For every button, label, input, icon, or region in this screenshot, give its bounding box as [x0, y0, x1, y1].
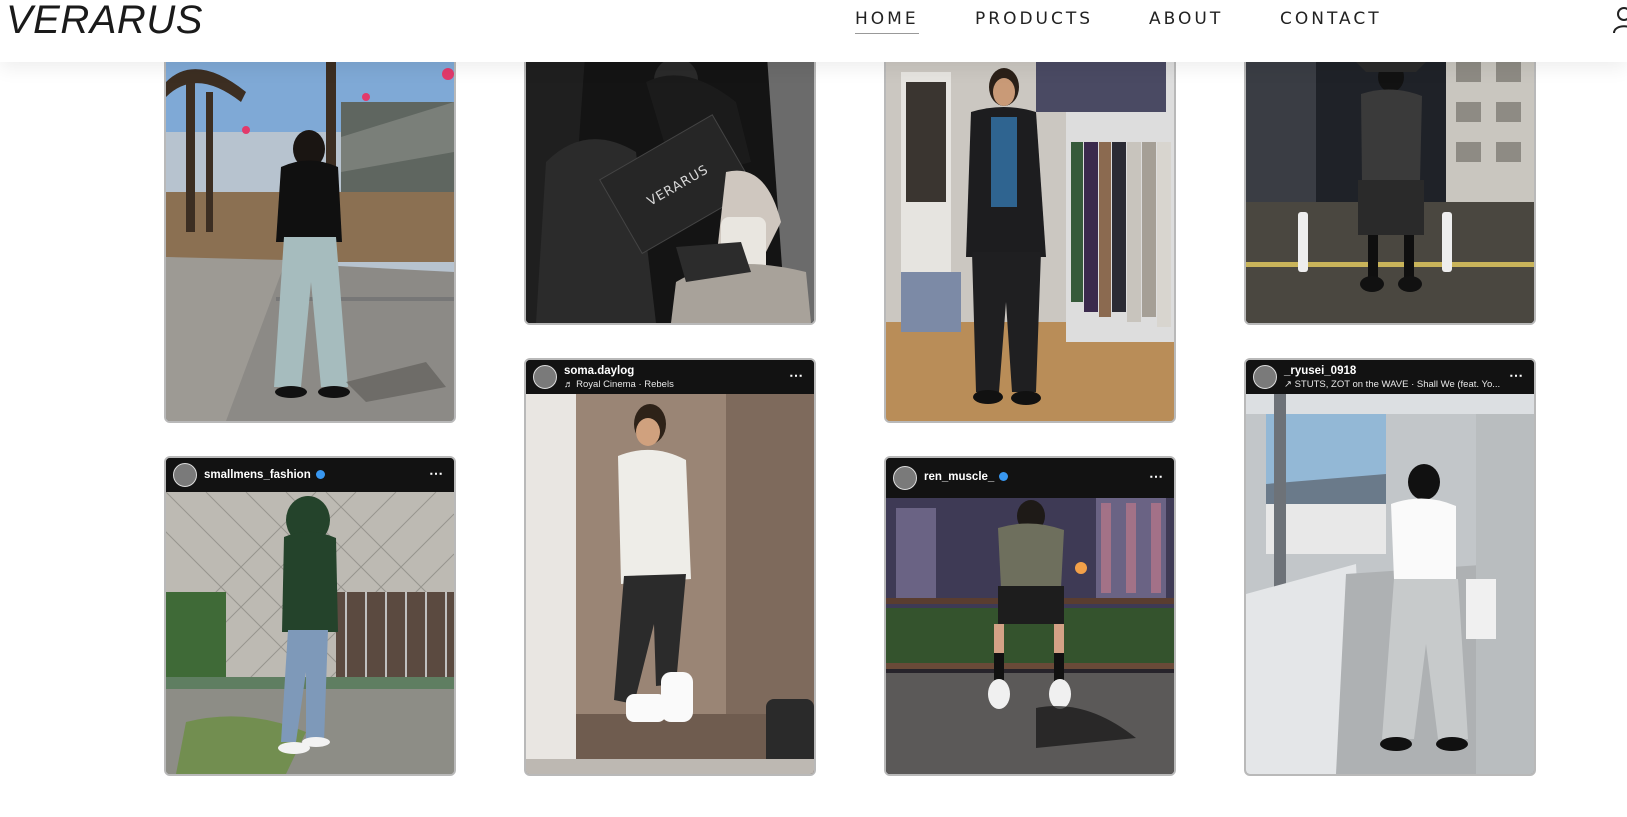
post-header: soma.daylog ♬ Royal Cinema · Rebels ⋯ [526, 360, 814, 394]
nav-products[interactable]: PRODUCTS [975, 9, 1093, 33]
lookbook-grid: smallmens_fashion ⋯ VERARUS soma.daylog … [0, 0, 1627, 817]
avatar [1253, 365, 1277, 389]
more-options-icon[interactable]: ⋯ [1149, 468, 1164, 485]
verified-badge-icon [315, 470, 325, 480]
nav-home[interactable]: HOME [855, 9, 919, 34]
wall-lean-outfit-image [526, 394, 814, 774]
post-username[interactable]: _ryusei_0918 [1284, 365, 1356, 377]
night-street-image [1246, 42, 1534, 323]
lookbook-photo[interactable]: VERARUS [524, 40, 816, 325]
post-username[interactable]: smallmens_fashion [204, 469, 325, 481]
lookbook-photo[interactable] [1244, 40, 1536, 325]
nav-contact[interactable]: CONTACT [1280, 9, 1382, 33]
instagram-post[interactable]: _ryusei_0918 ↗ STUTS, ZOT on the WAVE · … [1244, 358, 1536, 776]
post-header: ren_muscle_ ⋯ [886, 458, 1174, 498]
lookbook-photo[interactable] [884, 40, 1176, 423]
balcony-outfit-image [1246, 394, 1534, 774]
night-railing-outfit-image [886, 498, 1174, 774]
instagram-post[interactable]: smallmens_fashion ⋯ [164, 456, 456, 776]
brand-logo[interactable]: VERARUS [6, 0, 203, 43]
post-username[interactable]: ren_muscle_ [924, 471, 1009, 483]
fence-outfit-image [166, 492, 454, 774]
verified-badge-icon [999, 472, 1009, 482]
avatar [173, 463, 197, 487]
instagram-post[interactable]: soma.daylog ♬ Royal Cinema · Rebels ⋯ [524, 358, 816, 776]
music-track-label[interactable]: ♬ Royal Cinema · Rebels [564, 379, 674, 390]
more-options-icon[interactable]: ⋯ [429, 465, 444, 482]
post-header: _ryusei_0918 ↗ STUTS, ZOT on the WAVE · … [1246, 360, 1534, 394]
more-options-icon[interactable]: ⋯ [789, 367, 804, 384]
park-outfit-image [166, 42, 454, 421]
shop-suit-image [886, 42, 1174, 421]
avatar [533, 365, 557, 389]
car-seat-image: VERARUS [526, 42, 814, 323]
site-header: VERARUS HOME PRODUCTS ABOUT CONTACT [0, 0, 1627, 62]
music-track-label[interactable]: ↗ STUTS, ZOT on the WAVE · Shall We (fea… [1284, 379, 1500, 390]
avatar [893, 466, 917, 490]
more-options-icon[interactable]: ⋯ [1509, 367, 1524, 384]
instagram-post[interactable]: ren_muscle_ ⋯ [884, 456, 1176, 776]
nav-about[interactable]: ABOUT [1149, 9, 1223, 33]
username-text: smallmens_fashion [204, 469, 311, 481]
lookbook-photo[interactable] [164, 40, 456, 423]
post-username[interactable]: soma.daylog [564, 365, 634, 377]
username-text: ren_muscle_ [924, 471, 995, 483]
post-header: smallmens_fashion ⋯ [166, 458, 454, 492]
user-icon[interactable] [1612, 6, 1627, 39]
